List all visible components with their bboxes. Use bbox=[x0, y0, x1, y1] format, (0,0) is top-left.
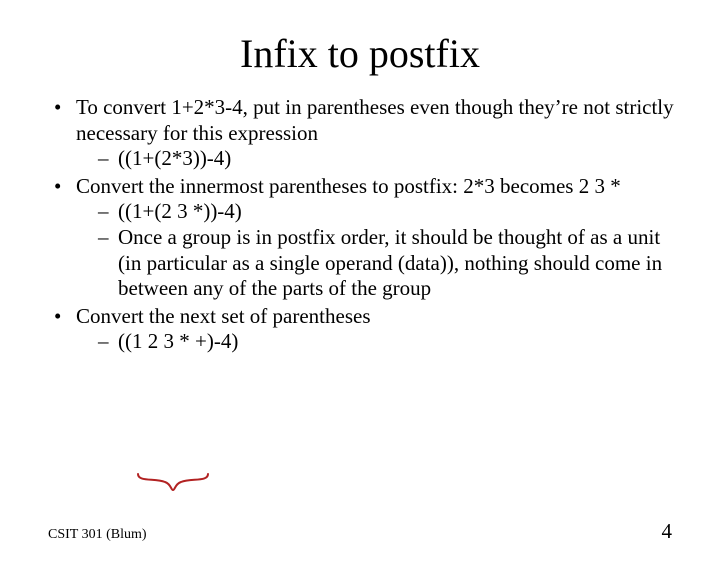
bullet-list: To convert 1+2*3-4, put in parentheses e… bbox=[48, 95, 680, 355]
bullet-item: Convert the innermost parentheses to pos… bbox=[48, 174, 680, 302]
sub-bullet-text: Once a group is in postfix order, it sho… bbox=[118, 225, 662, 300]
bullet-item: To convert 1+2*3-4, put in parentheses e… bbox=[48, 95, 680, 172]
bullet-text: Convert the innermost parentheses to pos… bbox=[76, 174, 621, 198]
sub-bullet-item: Once a group is in postfix order, it sho… bbox=[76, 225, 680, 302]
footer-left: CSIT 301 (Blum) bbox=[48, 527, 147, 543]
sub-bullet-text: ((1 2 3 * +)-4) bbox=[118, 329, 238, 353]
brace-annotation-icon bbox=[137, 473, 209, 491]
sub-list: ((1+(2*3))-4) bbox=[76, 146, 680, 172]
slide: Infix to postfix To convert 1+2*3-4, put… bbox=[0, 30, 720, 570]
sub-bullet-item: ((1 2 3 * +)-4) bbox=[76, 329, 680, 355]
sub-bullet-text: ((1+(2*3))-4) bbox=[118, 146, 231, 170]
slide-title: Infix to postfix bbox=[0, 30, 720, 77]
bullet-text: Convert the next set of parentheses bbox=[76, 304, 371, 328]
page-number: 4 bbox=[662, 519, 673, 544]
sub-list: ((1+(2 3 *))-4) Once a group is in postf… bbox=[76, 199, 680, 301]
sub-list: ((1 2 3 * +)-4) bbox=[76, 329, 680, 355]
slide-body: To convert 1+2*3-4, put in parentheses e… bbox=[48, 95, 680, 355]
slide-footer: CSIT 301 (Blum) 4 bbox=[48, 519, 672, 544]
sub-bullet-text: ((1+(2 3 *))-4) bbox=[118, 199, 242, 223]
bullet-item: Convert the next set of parentheses ((1 … bbox=[48, 304, 680, 355]
sub-bullet-item: ((1+(2 3 *))-4) bbox=[76, 199, 680, 225]
bullet-text: To convert 1+2*3-4, put in parentheses e… bbox=[76, 95, 674, 145]
sub-bullet-item: ((1+(2*3))-4) bbox=[76, 146, 680, 172]
